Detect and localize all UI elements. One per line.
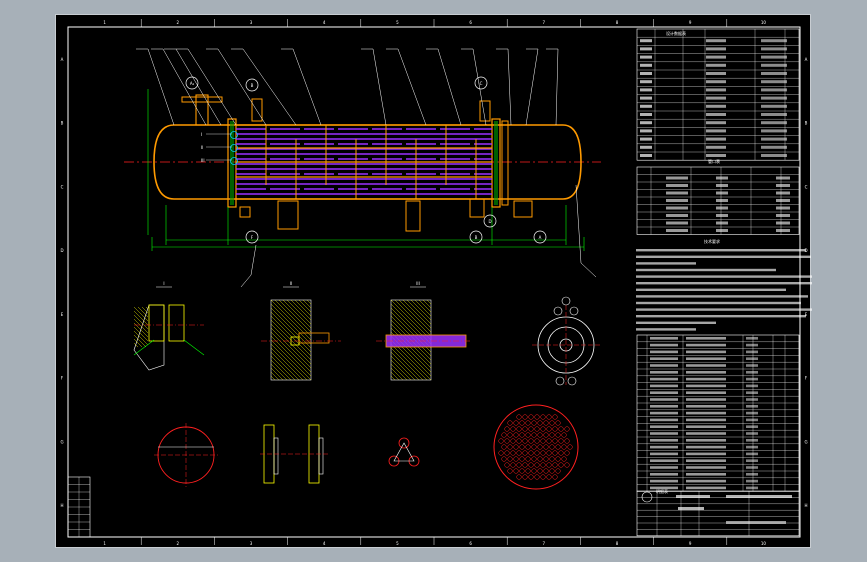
detail-i <box>133 304 205 371</box>
grid-row-right: C <box>805 184 808 189</box>
grid-row-left: C <box>61 184 64 189</box>
grid-col-bottom: 1 <box>103 541 106 546</box>
design-table-title: 设计数据表 <box>666 30 686 36</box>
cad-drawing-sheet: 1122334455667788991010 AABBCCDDEEFFGGHH <box>55 14 812 548</box>
nozzle-marker-label: B <box>251 83 254 88</box>
grid-row-left: A <box>61 57 64 62</box>
parts-list-table: 明细表 <box>636 334 800 494</box>
detail-label: III <box>416 281 420 286</box>
part-leader-lines <box>136 48 597 288</box>
detail-iii <box>376 299 472 381</box>
nozzle-table-title: 管口表 <box>708 158 720 164</box>
grid-row-right: F <box>805 376 808 381</box>
detail-ii <box>261 299 341 381</box>
section-markers: IIIIII <box>201 132 232 163</box>
grid-row-right: B <box>805 121 808 126</box>
grid-row-right: A <box>805 57 808 62</box>
title-box <box>636 490 800 537</box>
baffle-plate-view <box>154 423 218 487</box>
nozzle-d <box>251 98 263 122</box>
tube-layout-view <box>493 404 579 490</box>
nozzle-marker-label: D <box>488 219 491 224</box>
grid-col-bottom: 5 <box>396 541 399 546</box>
grid-row-left: E <box>61 312 64 317</box>
grid-row-right: H <box>804 503 807 508</box>
nozzle-marker-label: F <box>251 235 254 240</box>
nozzle-marker-label: A₁ <box>190 81 195 86</box>
grid-col-top: 6 <box>469 20 472 25</box>
grid-row-left: H <box>60 503 63 508</box>
grid-col-top: 4 <box>323 20 326 25</box>
vessel-elevation-view: A₁ B CDF B A IIIIII <box>124 48 601 288</box>
grid-col-bottom: 2 <box>177 541 180 546</box>
grid-col-top: 1 <box>103 20 106 25</box>
grid-col-bottom: 6 <box>469 541 472 546</box>
right-flange <box>501 120 509 206</box>
dimension-lines <box>147 89 585 251</box>
nozzle-marker-label: A <box>539 235 542 240</box>
heat-exchanger-drawing: 1122334455667788991010 AABBCCDDEEFFGGHH <box>60 19 812 546</box>
notes-title: 技术要求 <box>704 238 720 244</box>
section-marker-label: III <box>201 158 205 163</box>
grid-row-left: F <box>61 376 64 381</box>
support-right <box>405 200 421 232</box>
grid-col-bottom: 4 <box>323 541 326 546</box>
grid-col-top: 7 <box>543 20 546 25</box>
detail-label: I <box>163 281 164 286</box>
grid-col-bottom: 7 <box>543 541 546 546</box>
nozzle-a1-flange <box>181 96 223 103</box>
tube-pitch-view <box>388 437 420 467</box>
technical-notes: 技术要求 <box>636 238 812 331</box>
nozzle-a-bottom <box>513 200 533 218</box>
grid-col-bottom: 3 <box>250 541 253 546</box>
section-marker-label: I <box>201 132 202 137</box>
title-block: 设计数据表 管口表 技术要求 明细表 <box>636 28 812 537</box>
revision-box <box>67 476 91 538</box>
grid-col-top: 9 <box>689 20 692 25</box>
nozzle-flange-view <box>532 296 600 386</box>
support-weld-detail <box>260 424 329 484</box>
grid-col-top: 5 <box>396 20 399 25</box>
right-tubesheet-hatch <box>494 121 498 205</box>
nozzle-marker-label: B <box>475 235 478 240</box>
detail-views <box>133 296 600 490</box>
nozzle-marker-label: C <box>480 81 483 86</box>
grid-row-left: G <box>60 439 63 444</box>
grid-col-top: 2 <box>177 20 180 25</box>
grid-row-left: B <box>61 121 64 126</box>
nozzle-b <box>469 198 485 218</box>
grid-col-top: 10 <box>761 20 767 25</box>
grid-col-bottom: 8 <box>616 541 619 546</box>
support-left <box>277 200 299 230</box>
grid-row-left: D <box>60 248 63 253</box>
grid-col-top: 3 <box>250 20 253 25</box>
grid-col-bottom: 9 <box>689 541 692 546</box>
grid-col-bottom: 10 <box>761 541 767 546</box>
detail-label: II <box>290 281 292 286</box>
design-data-table: 设计数据表 <box>636 28 800 161</box>
nozzle-table: 管口表 <box>636 158 800 235</box>
section-marker-label: II <box>201 145 203 150</box>
tube-bundle <box>236 128 492 195</box>
grid-col-top: 8 <box>616 20 619 25</box>
grid-row-right: G <box>804 439 807 444</box>
